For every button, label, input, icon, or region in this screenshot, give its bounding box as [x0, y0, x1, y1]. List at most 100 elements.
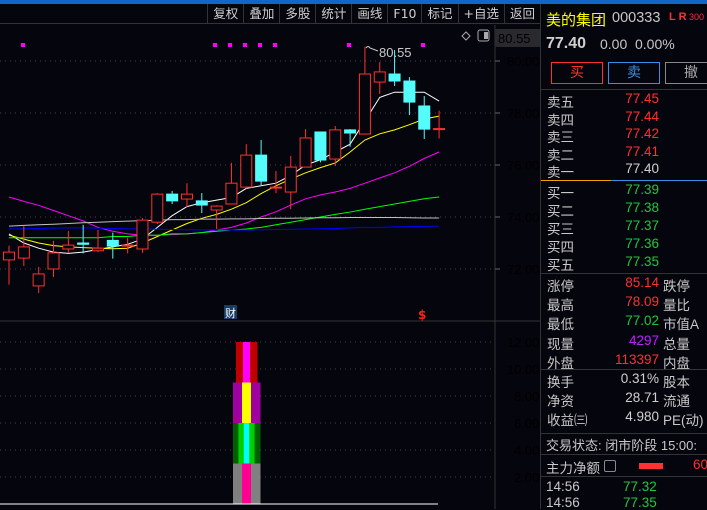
stat-label: 涨停	[547, 279, 574, 294]
candle-body	[62, 244, 75, 250]
bid-label: 买三	[547, 222, 574, 237]
bid-price: 77.39	[625, 182, 659, 197]
toolbar-fuquan-button[interactable]: 复权	[207, 4, 243, 24]
candle-body	[255, 154, 268, 182]
price-change: 0.00	[600, 36, 628, 52]
candle-body	[32, 273, 45, 287]
signal-dot	[21, 43, 25, 47]
tick-time: 14:56	[546, 495, 580, 510]
candle	[373, 62, 386, 95]
main-flow-label: 主力净额	[546, 461, 600, 476]
moving-average-lines	[8, 91, 440, 254]
indicator-bar-segment	[236, 342, 244, 383]
candle	[32, 266, 45, 293]
ma-line	[8, 225, 440, 231]
sell-button[interactable]: 卖	[608, 62, 660, 84]
candle	[299, 129, 312, 168]
candle-body	[329, 129, 342, 160]
ask-price: 77.41	[625, 143, 659, 159]
candle-body	[91, 247, 104, 252]
finance-marker[interactable]: 财	[225, 306, 236, 320]
stock-name: 美的集团	[546, 12, 607, 29]
indicator-tick: 8.00	[514, 389, 539, 404]
stat-value: 28.71	[625, 390, 659, 406]
stat-label: 跌停	[663, 279, 690, 294]
candle	[62, 231, 75, 253]
book-divider-ask	[541, 180, 611, 181]
toolbar-overlay-button[interactable]: 叠加	[243, 4, 279, 24]
candle	[358, 46, 371, 135]
high-pointer-icon	[365, 46, 379, 52]
candle-body	[3, 251, 15, 261]
list-icon[interactable]	[604, 460, 616, 472]
toolbar-draw-line-button[interactable]: 画线	[351, 4, 387, 24]
buy-button[interactable]: 买	[551, 62, 603, 84]
toolbar-f10-button[interactable]: F10	[387, 4, 421, 24]
candle-body	[344, 129, 357, 134]
bid-price: 77.35	[625, 254, 659, 269]
candle	[77, 224, 90, 254]
bid-label: 买一	[547, 186, 574, 201]
price-tick: 74.00	[507, 210, 540, 225]
candle	[314, 131, 327, 163]
index-tag: 300	[689, 12, 705, 22]
stat-label: PE(动)	[663, 413, 704, 429]
stat-value: 4297	[628, 332, 659, 348]
price-axis: 80.00 78.00 76.00 74.00 72.00 12.00 10.0…	[507, 54, 540, 485]
signal-dot	[243, 43, 247, 47]
kline-chart[interactable]: 80.55 80.55 财 $ 80.00 78.00 76.00 74.00 …	[0, 25, 540, 509]
toolbar-multi-stock-button[interactable]: 多股	[279, 4, 315, 24]
candle-body	[299, 137, 312, 168]
ask-price: 77.44	[625, 108, 659, 124]
candle-body	[284, 166, 297, 193]
dividend-marker[interactable]: $	[418, 308, 426, 322]
candle-body	[314, 131, 327, 161]
candle	[403, 77, 416, 116]
toolbar-mark-button[interactable]: 标记	[421, 4, 457, 24]
main-flow-value: 60	[693, 457, 707, 472]
ma-line	[8, 151, 440, 236]
bid-price: 77.37	[625, 218, 659, 233]
stat-label: 最高	[547, 298, 574, 314]
ask-price: 77.45	[625, 91, 659, 106]
indicator-tick: 6.00	[514, 416, 539, 431]
indicator-tick: 4.00	[514, 443, 539, 458]
candle-body	[195, 200, 208, 206]
candle-body	[358, 73, 371, 135]
toolbar-add-watchlist-button[interactable]: +自选	[457, 4, 504, 24]
candle-body	[269, 186, 282, 189]
indicator-bar-segment	[243, 342, 251, 383]
ask-label: 卖一	[547, 165, 574, 181]
candle	[166, 191, 179, 204]
ask-price: 77.42	[625, 126, 659, 142]
stat-value: 4.980	[625, 409, 659, 425]
candle-body	[77, 242, 90, 245]
signal-dot	[421, 43, 425, 47]
last-price: 77.40	[546, 35, 587, 52]
candle	[3, 245, 15, 285]
stat-label: 现量	[547, 336, 574, 352]
cancel-order-button[interactable]: 撤	[665, 62, 707, 84]
toolbar-back-button[interactable]: 返回	[503, 4, 540, 24]
signal-dot	[228, 43, 232, 47]
indicator-tick: 2.00	[514, 470, 539, 485]
price-tick: 76.00	[507, 158, 540, 173]
candle	[91, 230, 104, 253]
bid-price: 77.38	[625, 200, 659, 215]
indicator-bar-segment	[243, 423, 250, 464]
trading-status: 交易状态: 闭市阶段 15:00:	[546, 438, 697, 453]
candle	[225, 162, 238, 205]
candle-body	[106, 239, 119, 247]
candle	[240, 144, 253, 189]
quote-panel: 美的集团 000333 L R 300 77.40 0.00 0.00% 买 卖…	[540, 4, 707, 510]
diamond-icon[interactable]	[461, 31, 471, 41]
indicator-bar-segment	[249, 423, 256, 464]
price-tick: 78.00	[507, 106, 540, 121]
candle-body	[225, 182, 238, 205]
indicator-bar-segment	[233, 463, 243, 504]
candle	[136, 218, 149, 253]
indicator-tick: 12.00	[507, 335, 540, 350]
toolbar-statistics-button[interactable]: 统计	[315, 4, 351, 24]
candle	[433, 110, 446, 139]
stat-label: 股本	[663, 375, 690, 390]
